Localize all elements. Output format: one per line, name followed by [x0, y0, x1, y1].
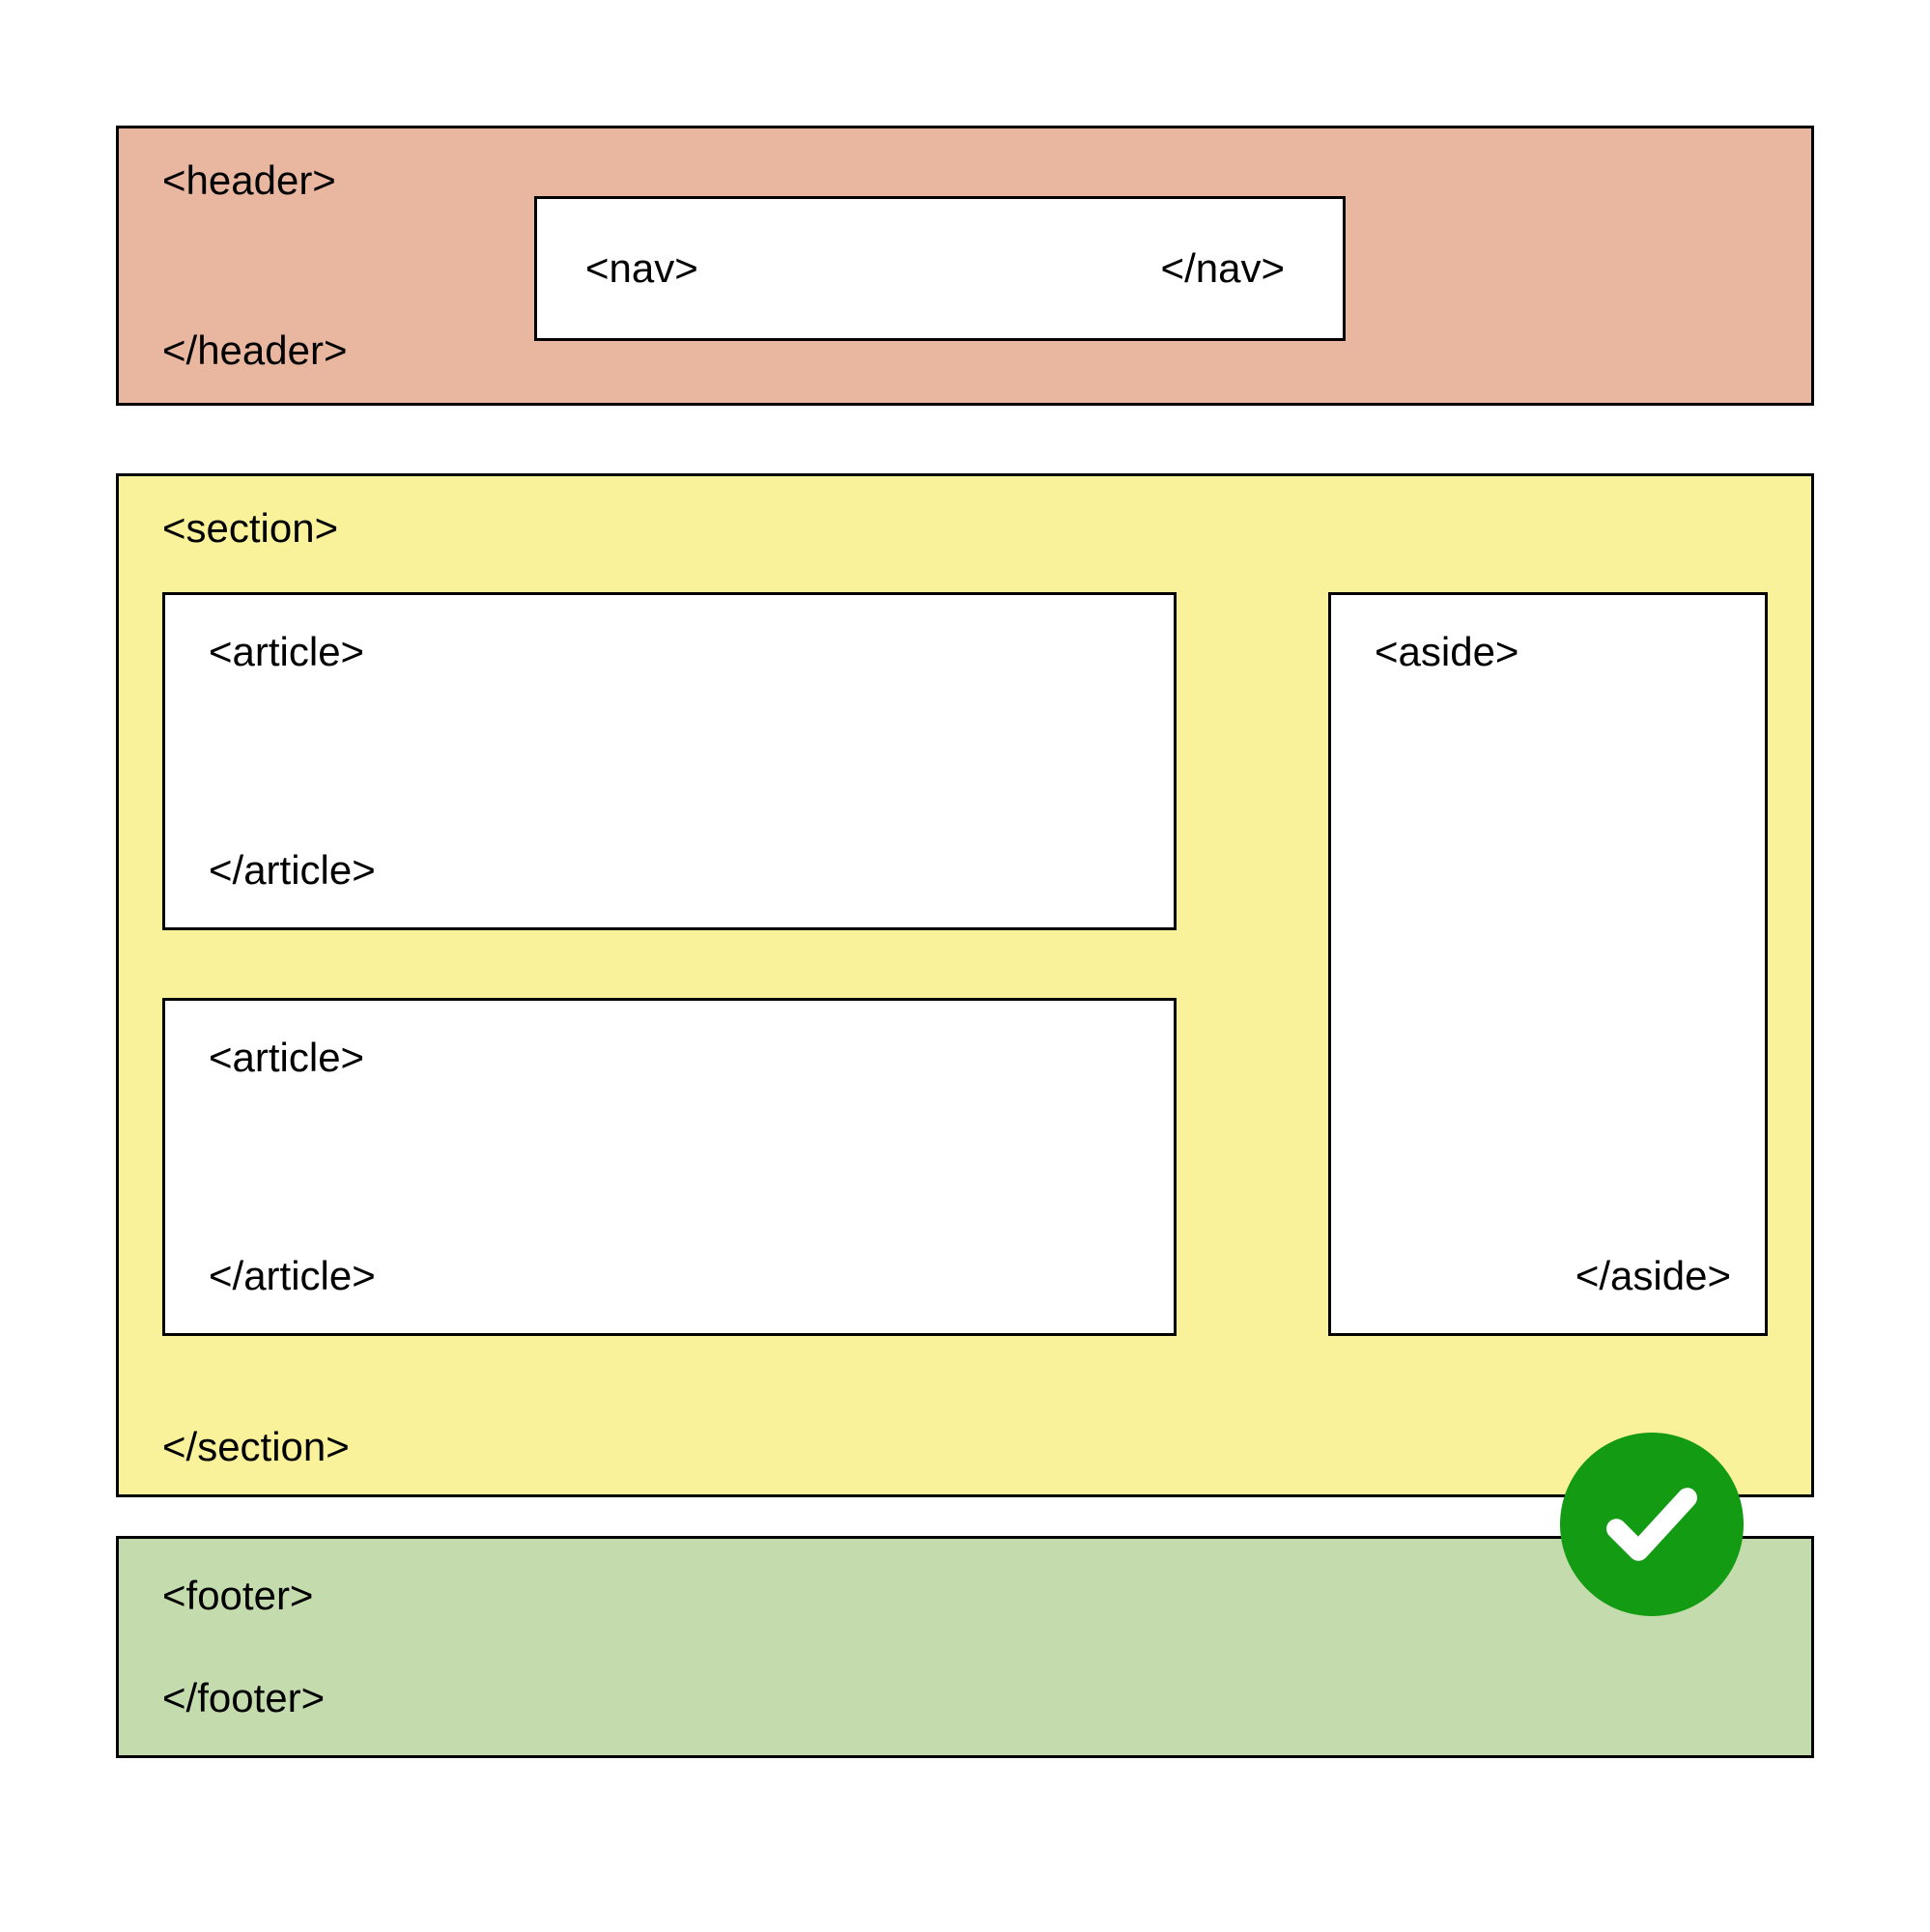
footer-close-tag: </footer>	[162, 1675, 325, 1721]
article-region: <article> </article>	[162, 998, 1177, 1336]
aside-close-tag: </aside>	[1575, 1253, 1731, 1299]
nav-region: <nav> </nav>	[534, 196, 1346, 341]
footer-region: <footer> </footer>	[116, 1536, 1814, 1758]
article-close-tag: </article>	[209, 847, 376, 894]
articles-column: <article> </article> <article> </article…	[162, 592, 1177, 1404]
header-region: <header> </header> <nav> </nav>	[116, 126, 1814, 406]
section-close-tag: </section>	[162, 1424, 350, 1470]
article-open-tag: <article>	[209, 629, 364, 675]
aside-region: <aside> </aside>	[1328, 592, 1768, 1336]
article-close-tag: </article>	[209, 1253, 376, 1299]
nav-close-tag: </nav>	[1161, 245, 1285, 292]
semantic-layout-diagram: <header> </header> <nav> </nav> <section…	[116, 126, 1814, 1758]
footer-open-tag: <footer>	[162, 1573, 313, 1619]
section-open-tag: <section>	[162, 505, 338, 552]
header-open-tag: <header>	[162, 157, 336, 204]
aside-open-tag: <aside>	[1375, 629, 1518, 675]
article-region: <article> </article>	[162, 592, 1177, 930]
header-close-tag: </header>	[162, 327, 348, 374]
article-open-tag: <article>	[209, 1035, 364, 1081]
checkmark-icon	[1560, 1433, 1744, 1616]
section-region: <section> </section> <article> </article…	[116, 473, 1814, 1497]
nav-open-tag: <nav>	[585, 245, 698, 292]
